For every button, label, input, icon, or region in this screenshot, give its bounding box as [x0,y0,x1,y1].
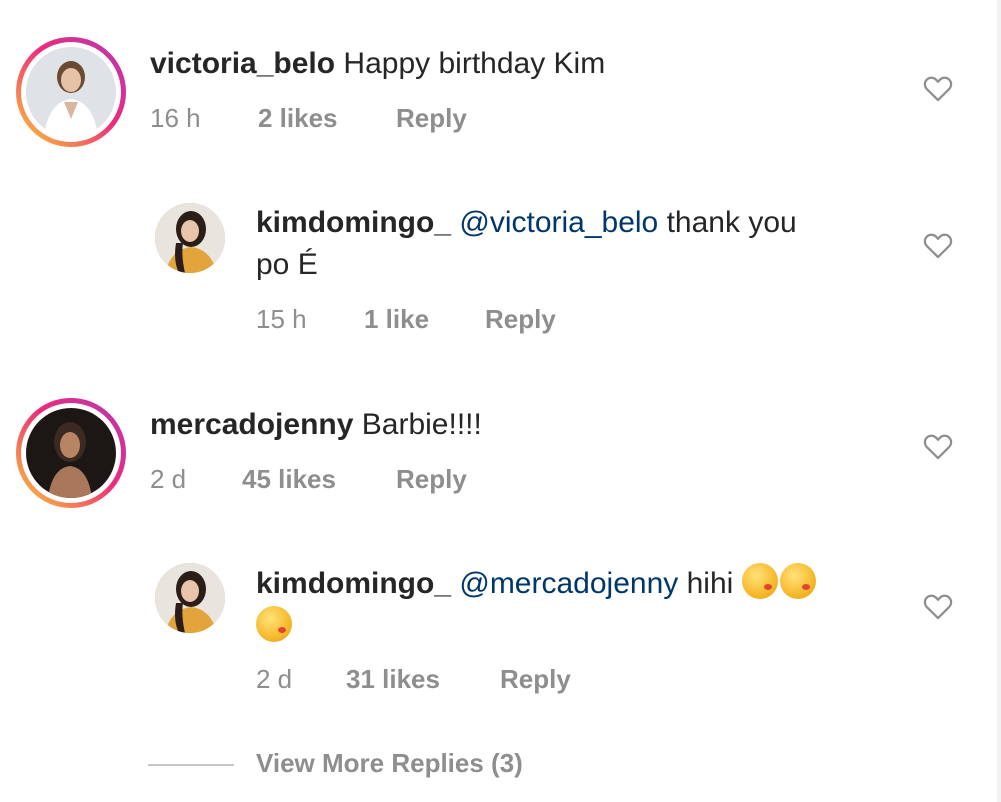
comment-likes[interactable]: 45 likes [242,464,336,495]
comment-username[interactable]: mercadojenny [150,408,353,441]
avatar [26,47,116,137]
avatar[interactable] [155,563,225,633]
reply-button[interactable]: Reply [396,464,467,495]
comment-username[interactable]: kimdomingo_ [256,567,451,600]
comment-text-continued: po É [256,248,318,281]
comment-likes[interactable]: 2 likes [258,103,338,134]
avatar[interactable] [155,203,225,273]
comment-likes[interactable]: 31 likes [346,664,440,695]
comment-text: Happy birthday Kim [343,47,606,80]
reply-button[interactable]: Reply [485,304,556,335]
comment-time: 2 d [256,664,293,694]
avatar-story-ring[interactable] [16,398,126,508]
reply-button[interactable]: Reply [500,664,571,695]
avatar-story-ring[interactable] [16,37,126,147]
comment-time: 2 d [150,464,187,494]
scrollbar[interactable] [997,0,1001,802]
comment-username[interactable]: victoria_belo [150,47,335,80]
view-more-replies-button[interactable]: View More Replies (3) [148,744,568,786]
comment-text: thank you [666,206,797,239]
kissing-face-emoji [779,563,816,599]
reply-button[interactable]: Reply [396,103,467,134]
mention-link[interactable]: @mercadojenny [459,567,678,600]
heart-icon[interactable] [921,228,955,262]
heart-icon[interactable] [921,71,955,105]
comment-text: hihi [686,567,734,600]
comment-text: Barbie!!!! [361,408,482,441]
comment-time: 16 h [150,103,201,133]
divider-line [148,764,234,766]
comment-likes[interactable]: 1 like [364,304,429,335]
heart-icon[interactable] [921,429,955,463]
kissing-face-emoji [256,606,292,642]
avatar [26,408,116,498]
comment-username[interactable]: kimdomingo_ [256,206,451,239]
kissing-face-emoji [741,563,778,599]
heart-icon[interactable] [921,589,955,623]
view-more-replies-label: View More Replies (3) [256,748,523,778]
comment-time: 15 h [256,304,307,334]
mention-link[interactable]: @victoria_belo [459,206,658,239]
